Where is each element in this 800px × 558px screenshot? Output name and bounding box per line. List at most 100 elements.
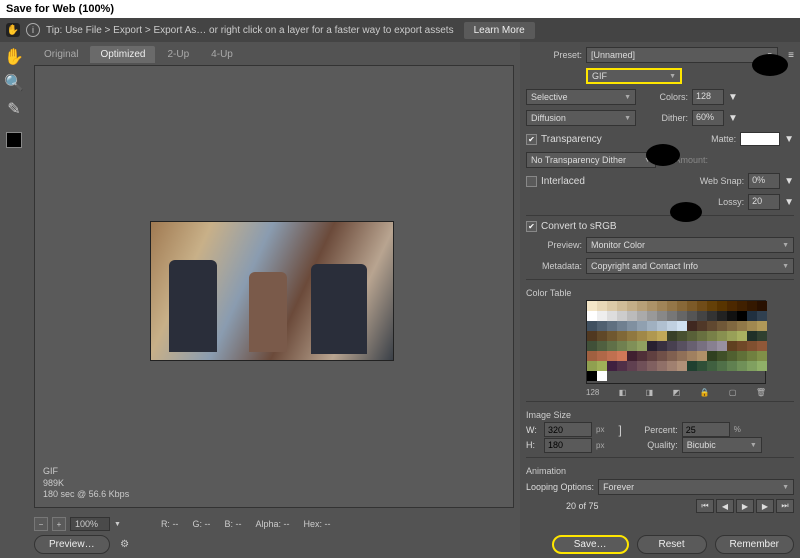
- color-cell[interactable]: [737, 331, 747, 341]
- color-cell[interactable]: [727, 361, 737, 371]
- color-cell[interactable]: [667, 331, 677, 341]
- color-cell[interactable]: [687, 311, 697, 321]
- color-cell[interactable]: [727, 351, 737, 361]
- color-cell[interactable]: [647, 301, 657, 311]
- color-cell[interactable]: [717, 351, 727, 361]
- link-icon[interactable]: ]: [618, 423, 621, 437]
- color-cell[interactable]: [637, 321, 647, 331]
- color-cell[interactable]: [737, 301, 747, 311]
- color-cell[interactable]: [647, 361, 657, 371]
- color-cell[interactable]: [597, 371, 607, 381]
- color-cell[interactable]: [597, 301, 607, 311]
- color-cell[interactable]: [757, 311, 767, 321]
- color-cell[interactable]: [587, 351, 597, 361]
- color-cell[interactable]: [667, 321, 677, 331]
- color-cell[interactable]: [707, 331, 717, 341]
- dither-input[interactable]: 60%: [692, 110, 724, 126]
- lossy-input[interactable]: 20: [748, 194, 780, 210]
- color-cell[interactable]: [687, 321, 697, 331]
- color-cell[interactable]: [717, 341, 727, 351]
- color-cell[interactable]: [657, 351, 667, 361]
- color-cell[interactable]: [617, 351, 627, 361]
- color-cell[interactable]: [737, 361, 747, 371]
- color-cell[interactable]: [637, 351, 647, 361]
- tab-original[interactable]: Original: [34, 46, 88, 63]
- color-cell[interactable]: [697, 311, 707, 321]
- last-frame-button[interactable]: ⏭: [776, 499, 794, 513]
- chevron-down-icon[interactable]: ▼: [114, 521, 121, 528]
- next-frame-button[interactable]: ▶: [756, 499, 774, 513]
- width-input[interactable]: [544, 422, 592, 437]
- metadata-select[interactable]: Copyright and Contact Info▼: [586, 258, 794, 274]
- preview-button[interactable]: Preview…: [34, 535, 110, 554]
- chevron-down-icon[interactable]: ▼: [784, 197, 794, 208]
- color-cell[interactable]: [627, 321, 637, 331]
- color-cell[interactable]: [627, 341, 637, 351]
- preview-select[interactable]: Monitor Color▼: [586, 237, 794, 253]
- color-cell[interactable]: [687, 361, 697, 371]
- color-cell[interactable]: [647, 341, 657, 351]
- height-input[interactable]: [544, 438, 592, 453]
- color-cell[interactable]: [687, 351, 697, 361]
- color-cell[interactable]: [707, 321, 717, 331]
- trash-icon[interactable]: 🗑: [756, 388, 766, 397]
- color-cell[interactable]: [757, 331, 767, 341]
- color-cell[interactable]: [587, 301, 597, 311]
- color-cell[interactable]: [607, 341, 617, 351]
- colors-input[interactable]: 128: [692, 89, 724, 105]
- percent-input[interactable]: [682, 422, 730, 437]
- color-cell[interactable]: [607, 331, 617, 341]
- tab-2up[interactable]: 2-Up: [157, 46, 199, 63]
- color-cell[interactable]: [717, 321, 727, 331]
- color-cell[interactable]: [627, 311, 637, 321]
- ct-icon-2[interactable]: ◨: [646, 388, 654, 397]
- chevron-down-icon[interactable]: ▼: [784, 134, 794, 145]
- tab-4up[interactable]: 4-Up: [201, 46, 243, 63]
- zoom-tool[interactable]: 🔍: [5, 74, 23, 92]
- color-cell[interactable]: [697, 321, 707, 331]
- color-cell[interactable]: [677, 341, 687, 351]
- color-cell[interactable]: [757, 321, 767, 331]
- color-cell[interactable]: [697, 351, 707, 361]
- color-cell[interactable]: [657, 321, 667, 331]
- looping-select[interactable]: Forever▼: [598, 479, 794, 495]
- hand-tool-icon[interactable]: ✋: [6, 23, 20, 37]
- color-cell[interactable]: [707, 361, 717, 371]
- ct-icon-3[interactable]: ◩: [673, 388, 681, 397]
- color-cell[interactable]: [747, 341, 757, 351]
- color-cell[interactable]: [677, 311, 687, 321]
- color-cell[interactable]: [757, 341, 767, 351]
- color-cell[interactable]: [677, 361, 687, 371]
- color-cell[interactable]: [707, 301, 717, 311]
- preview-canvas[interactable]: GIF 989K 180 sec @ 56.6 Kbps: [34, 65, 514, 508]
- color-cell[interactable]: [587, 371, 597, 381]
- reset-button[interactable]: Reset: [637, 535, 707, 554]
- color-cell[interactable]: [597, 321, 607, 331]
- color-cell[interactable]: [587, 361, 597, 371]
- menu-icon[interactable]: ≡: [788, 50, 794, 61]
- color-cell[interactable]: [707, 341, 717, 351]
- color-cell[interactable]: [627, 351, 637, 361]
- color-cell[interactable]: [697, 361, 707, 371]
- color-cell[interactable]: [667, 301, 677, 311]
- color-cell[interactable]: [757, 351, 767, 361]
- color-cell[interactable]: [647, 331, 657, 341]
- color-cell[interactable]: [757, 361, 767, 371]
- color-cell[interactable]: [637, 361, 647, 371]
- color-cell[interactable]: [617, 331, 627, 341]
- color-cell[interactable]: [647, 311, 657, 321]
- srgb-checkbox[interactable]: [526, 221, 537, 232]
- save-button[interactable]: Save…: [552, 535, 629, 554]
- color-cell[interactable]: [697, 331, 707, 341]
- color-cell[interactable]: [757, 301, 767, 311]
- color-cell[interactable]: [717, 361, 727, 371]
- color-cell[interactable]: [607, 301, 617, 311]
- color-cell[interactable]: [617, 311, 627, 321]
- color-cell[interactable]: [637, 311, 647, 321]
- color-cell[interactable]: [587, 311, 597, 321]
- format-select[interactable]: GIF▼: [586, 68, 682, 84]
- color-cell[interactable]: [657, 301, 667, 311]
- color-cell[interactable]: [617, 321, 627, 331]
- color-cell[interactable]: [607, 311, 617, 321]
- gear-icon[interactable]: ⚙: [118, 537, 132, 551]
